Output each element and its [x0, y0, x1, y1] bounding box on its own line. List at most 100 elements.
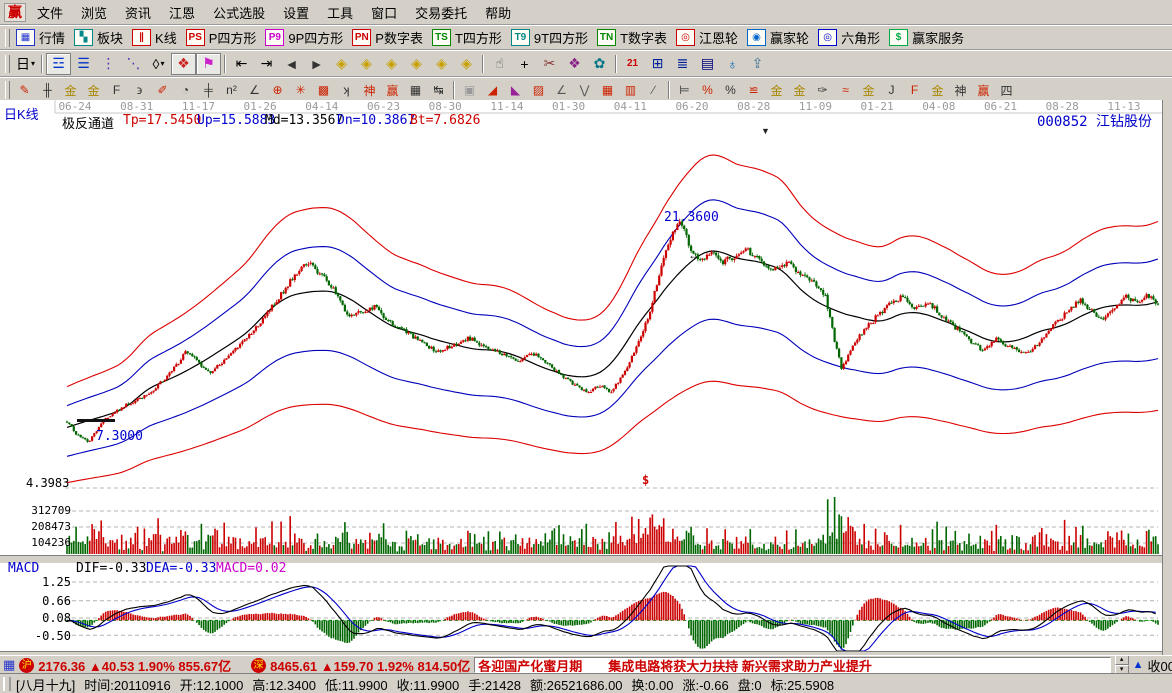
gann-ruler-tool[interactable]: ╫ — [36, 81, 59, 100]
price-span-tool[interactable]: ⊨ — [673, 81, 696, 100]
ying-ruler-tool[interactable]: 赢 — [381, 81, 404, 100]
calendar-button[interactable]: 21 — [620, 53, 645, 75]
gann-target-tool[interactable]: ⊕ — [266, 81, 289, 100]
k-wave-tool[interactable]: ʞ — [335, 81, 358, 100]
info-panel-button[interactable]: ☰ — [71, 53, 96, 75]
j-angle-tool[interactable]: J — [880, 81, 903, 100]
gold-segment-tool[interactable]: 金 — [788, 81, 811, 100]
dense-ruler-tool[interactable]: ╪ — [197, 81, 220, 100]
toolbar-grip[interactable] — [5, 81, 10, 99]
calculator-button[interactable]: ⊞ — [645, 53, 670, 75]
menu-item-设置[interactable]: 设置 — [274, 1, 318, 24]
fan-lines-1-tool[interactable]: ◢ — [481, 81, 504, 100]
f-angle-tool[interactable]: F — [903, 81, 926, 100]
overlay-9-button[interactable]: ⋱ — [121, 53, 146, 75]
pattern-search-button[interactable]: ❖ — [171, 53, 196, 75]
expand-h-button[interactable]: ◈ — [379, 53, 404, 75]
menu-item-工具[interactable]: 工具 — [318, 1, 362, 24]
pan-hand-button[interactable]: ☝ — [487, 53, 512, 75]
shen-ruler-tool[interactable]: 神 — [358, 81, 381, 100]
gold-ruler-a-tool[interactable]: 金 — [59, 81, 82, 100]
quotes-button[interactable]: ▦行情 — [13, 27, 71, 48]
gold-angle-tool[interactable]: 金 — [926, 81, 949, 100]
shift-right-button[interactable]: ◈ — [354, 53, 379, 75]
send-button[interactable]: ⇪ — [745, 53, 770, 75]
first-page-button[interactable]: ⇤ — [229, 53, 254, 75]
shen-angle-tool[interactable]: 神 — [949, 81, 972, 100]
p-square-button[interactable]: PSP四方形 — [183, 27, 263, 48]
network-button[interactable]: ♁ — [720, 53, 745, 75]
smart-button[interactable]: ✿ — [587, 53, 612, 75]
ink-pen-tool[interactable]: ✑ — [811, 81, 834, 100]
f-ruler-tool[interactable]: F — [105, 81, 128, 100]
shanghai-badge-icon[interactable]: 沪 — [19, 658, 34, 673]
shift-left-button[interactable]: ◈ — [329, 53, 354, 75]
menu-item-帮助[interactable]: 帮助 — [476, 1, 520, 24]
period-label[interactable]: 日K线 — [4, 104, 39, 123]
measure-button[interactable]: ✂ — [537, 53, 562, 75]
menu-item-交易委托[interactable]: 交易委托 — [406, 1, 476, 24]
fan-grid-tool[interactable]: ▨ — [527, 81, 550, 100]
grid-lines-a-tool[interactable]: ▦ — [596, 81, 619, 100]
gann-wheel-button[interactable]: ◎江恩轮 — [673, 27, 744, 48]
toolbar-grip[interactable] — [5, 29, 10, 47]
grid-lines-b-tool[interactable]: ▥ — [619, 81, 642, 100]
crosshair-button[interactable]: + — [512, 53, 537, 75]
fan-lines-2-tool[interactable]: ◣ — [504, 81, 527, 100]
candle-style-button[interactable]: ◊▾ — [146, 53, 171, 75]
protractor-tool[interactable]: ∠ — [243, 81, 266, 100]
shenzhen-index-text[interactable]: 8465.61 ▲159.70 1.92% 814.50亿 — [270, 656, 470, 675]
compress-h-button[interactable]: ◈ — [404, 53, 429, 75]
web-grid-tool[interactable]: ▩ — [312, 81, 335, 100]
gold-ruler-b-tool[interactable]: 金 — [82, 81, 105, 100]
zoom-out-button[interactable]: ◈ — [454, 53, 479, 75]
p-table-button[interactable]: PNP数字表 — [349, 27, 429, 48]
kline-button[interactable]: ∥K线 — [129, 27, 183, 48]
spinner-up-button[interactable]: ▴ — [1115, 655, 1129, 665]
span-measure-tool[interactable]: ↹ — [427, 81, 450, 100]
angle-lines-tool[interactable]: ∠ — [550, 81, 573, 100]
retrace-percent-tool[interactable]: % — [696, 81, 719, 100]
count-grid-tool[interactable]: ▦ — [404, 81, 427, 100]
marker-pen-tool[interactable]: ✐ — [151, 81, 174, 100]
t-table-button[interactable]: TNT数字表 — [594, 27, 673, 48]
winner-wheel-button[interactable]: ◉赢家轮 — [744, 27, 815, 48]
n2-ruler-tool[interactable]: n² — [220, 81, 243, 100]
box-select-tool[interactable]: ▣ — [458, 81, 481, 100]
percent-tool[interactable]: % — [719, 81, 742, 100]
prev-page-button[interactable]: ◄ — [279, 53, 304, 75]
t-square-button[interactable]: TST四方形 — [429, 27, 508, 48]
zoom-in-button[interactable]: ◈ — [429, 53, 454, 75]
ying-angle-tool[interactable]: 赢 — [972, 81, 995, 100]
t9-square-button[interactable]: T99T四方形 — [508, 27, 594, 48]
time-cycle-tool[interactable]: ◔ — [174, 81, 197, 100]
star-web-tool[interactable]: ✳ — [289, 81, 312, 100]
period-day-button[interactable]: 日▾ — [13, 53, 38, 75]
blocks-button[interactable]: ▚板块 — [71, 27, 129, 48]
wave-band-tool[interactable]: ≈ — [834, 81, 857, 100]
percent-lines-tool[interactable]: ≌ — [742, 81, 765, 100]
p9-square-button[interactable]: P99P四方形 — [262, 27, 349, 48]
hexagon-button[interactable]: ◎六角形 — [815, 27, 886, 48]
menu-item-资讯[interactable]: 资讯 — [116, 1, 160, 24]
save-button[interactable]: ▤ — [695, 53, 720, 75]
next-page-button[interactable]: ► — [304, 53, 329, 75]
service-button[interactable]: $赢家服务 — [886, 27, 970, 48]
toolbar-grip[interactable] — [5, 55, 10, 73]
shanghai-index-text[interactable]: 2176.36 ▲40.53 1.90% 855.67亿 — [38, 656, 231, 675]
si-angle-tool[interactable]: 四 — [995, 81, 1018, 100]
shenzhen-badge-icon[interactable]: 深 — [251, 658, 266, 673]
menu-item-文件[interactable]: 文件 — [28, 1, 72, 24]
gold-circle-tool[interactable]: 金 — [765, 81, 788, 100]
chart-area[interactable]: 日K线 06-2408-3111-1701-2604-1406-2308-301… — [0, 100, 1162, 655]
menu-item-窗口[interactable]: 窗口 — [362, 1, 406, 24]
quote-grid-icon[interactable]: ▦ — [3, 657, 15, 673]
trend-chart-button[interactable]: ☲ — [46, 53, 71, 75]
signal-flag-button[interactable]: ⚑ — [196, 53, 221, 75]
pencil-tool[interactable]: ✎ — [13, 81, 36, 100]
overlay-3-button[interactable]: ⋮ — [96, 53, 121, 75]
last-page-button[interactable]: ⇥ — [254, 53, 279, 75]
menu-item-江恩[interactable]: 江恩 — [160, 1, 204, 24]
gann-model-button[interactable]: ❖ — [562, 53, 587, 75]
v-lines-tool[interactable]: ⋁ — [573, 81, 596, 100]
